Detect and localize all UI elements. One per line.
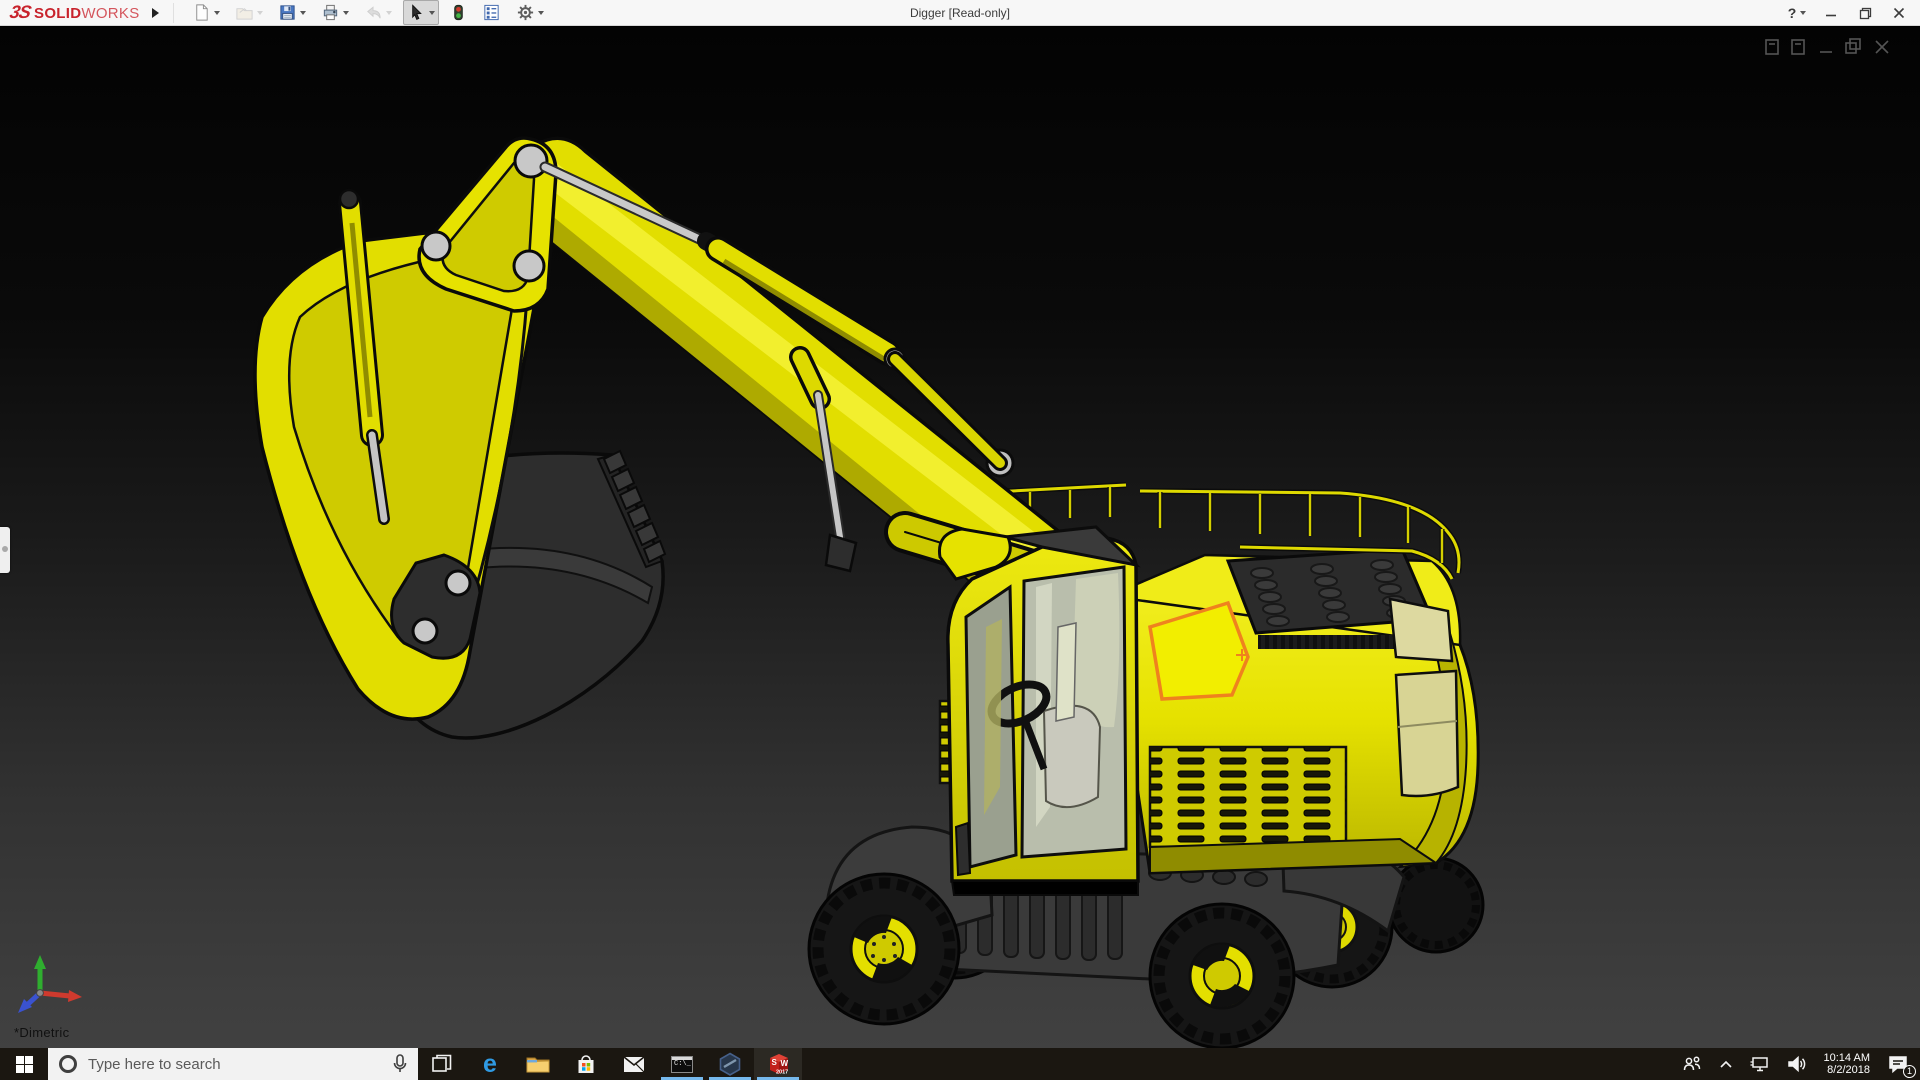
taskbar-search[interactable] bbox=[48, 1048, 418, 1080]
solidworks-window: 3S SOLID WORKS Digger [Read-only] ? *Dim… bbox=[0, 0, 1920, 1080]
traffic-light-rebuild-icon bbox=[453, 4, 463, 21]
search-input[interactable] bbox=[88, 1055, 382, 1073]
select-cursor-icon bbox=[411, 4, 422, 20]
document-restore-icon bbox=[1765, 39, 1779, 55]
clock[interactable]: 10:14 AM 8/2/2018 bbox=[1816, 1052, 1878, 1076]
people-icon bbox=[1683, 1056, 1700, 1071]
solidworks-logo[interactable]: 3S SOLID WORKS bbox=[0, 2, 140, 23]
graphics-viewport[interactable]: *Dimetric bbox=[0, 27, 1920, 1048]
speaker-icon bbox=[1787, 1055, 1805, 1073]
taskbar-app-mail[interactable] bbox=[610, 1048, 658, 1080]
restore-icon bbox=[1859, 7, 1871, 19]
action-center-button[interactable]: 1 bbox=[1880, 1048, 1916, 1080]
windows-taskbar: e bbox=[0, 1048, 1920, 1080]
edge-icon: e bbox=[483, 1049, 497, 1078]
title-bar: 3S SOLID WORKS Digger [Read-only] ? bbox=[0, 0, 1920, 26]
document-window-controls[interactable] bbox=[1762, 35, 1912, 59]
print-icon bbox=[323, 4, 337, 21]
menu-flyout-arrow-icon[interactable] bbox=[151, 7, 159, 18]
dropdown-caret-icon bbox=[256, 10, 263, 15]
save-icon bbox=[279, 5, 295, 20]
close-icon bbox=[1893, 7, 1905, 19]
dropdown-caret-icon[interactable] bbox=[342, 10, 349, 15]
triad-origin bbox=[36, 989, 44, 997]
display-settings-icon bbox=[483, 4, 499, 21]
notification-badge: 1 bbox=[1903, 1065, 1916, 1078]
y-axis-arrow bbox=[34, 955, 46, 969]
print-button[interactable] bbox=[317, 0, 353, 25]
dropdown-caret-icon[interactable] bbox=[213, 10, 220, 15]
cortana-ring-icon bbox=[59, 1055, 77, 1073]
restore-document-icon bbox=[1849, 38, 1861, 50]
panel-expand-icon bbox=[2, 546, 8, 552]
dropdown-caret-icon[interactable] bbox=[428, 10, 435, 15]
svg-text:S: S bbox=[772, 1058, 778, 1067]
minimize-icon bbox=[1826, 14, 1836, 17]
minimize-button[interactable] bbox=[1816, 1, 1846, 25]
taskbar-app-solidworks[interactable]: S W 2017 bbox=[754, 1048, 802, 1080]
hexagon-app-icon bbox=[719, 1052, 741, 1076]
people-button[interactable] bbox=[1674, 1048, 1710, 1080]
network-button[interactable] bbox=[1742, 1048, 1778, 1080]
dropdown-caret-icon[interactable] bbox=[299, 10, 306, 15]
x-axis-arrow bbox=[68, 990, 82, 1002]
taskbar-app-command-prompt[interactable]: C:\_ bbox=[658, 1048, 706, 1080]
close-document-icon bbox=[1875, 40, 1889, 54]
housing-windows[interactable] bbox=[1388, 597, 1460, 798]
taskbar-app-file-explorer[interactable] bbox=[514, 1048, 562, 1080]
svg-text:2017: 2017 bbox=[776, 1070, 788, 1076]
cab[interactable] bbox=[937, 525, 1141, 896]
restore-button[interactable] bbox=[1850, 1, 1880, 25]
undo-icon bbox=[366, 6, 381, 19]
digger-3d-model[interactable] bbox=[0, 27, 1920, 1048]
taskbar-app-edge[interactable]: e bbox=[466, 1048, 514, 1080]
new-document-button[interactable] bbox=[188, 0, 224, 25]
close-button[interactable] bbox=[1884, 1, 1914, 25]
network-icon bbox=[1750, 1057, 1768, 1072]
dropdown-caret-icon[interactable] bbox=[537, 10, 544, 15]
view-orientation-label: *Dimetric bbox=[14, 1025, 70, 1040]
dropdown-caret-icon bbox=[385, 10, 392, 15]
display-settings-button[interactable] bbox=[478, 0, 505, 25]
tray-date: 8/2/2018 bbox=[1827, 1064, 1870, 1076]
solidworks-2017-icon: S W 2017 bbox=[770, 1054, 789, 1076]
gear-icon bbox=[517, 4, 533, 21]
document-new-window-icon bbox=[1791, 39, 1805, 55]
windows-logo-icon bbox=[15, 1055, 33, 1073]
help-button[interactable]: ? bbox=[1782, 1, 1812, 25]
mail-icon bbox=[623, 1055, 645, 1072]
options-button[interactable] bbox=[512, 0, 548, 25]
new-document-icon bbox=[195, 4, 208, 21]
hidden-icons-button[interactable] bbox=[1712, 1048, 1740, 1080]
3ds-mark: 3S bbox=[7, 2, 33, 22]
boom-head-linkage[interactable] bbox=[417, 136, 558, 313]
feature-panel-collapsed-tab[interactable] bbox=[0, 527, 10, 573]
save-button[interactable] bbox=[274, 0, 310, 25]
svg-text:W: W bbox=[781, 1059, 789, 1068]
chevron-up-icon bbox=[1719, 1060, 1732, 1068]
file-explorer-icon bbox=[526, 1057, 550, 1073]
taskbar-app-store[interactable] bbox=[562, 1048, 610, 1080]
taskbar-app-hexagon[interactable] bbox=[706, 1048, 754, 1080]
select-tool-button[interactable] bbox=[402, 0, 439, 25]
store-icon bbox=[578, 1054, 594, 1073]
command-prompt-icon: C:\_ bbox=[671, 1055, 693, 1073]
task-view-icon bbox=[432, 1054, 452, 1072]
help-caret-icon bbox=[1800, 11, 1807, 15]
tray-time: 10:14 AM bbox=[1823, 1052, 1870, 1064]
volume-button[interactable] bbox=[1780, 1048, 1814, 1080]
start-button[interactable] bbox=[0, 1048, 48, 1080]
open-button[interactable] bbox=[231, 0, 267, 25]
undo-button[interactable] bbox=[360, 0, 396, 25]
rebuild-button[interactable] bbox=[446, 0, 471, 25]
open-folder-icon bbox=[235, 8, 253, 20]
microphone-icon[interactable] bbox=[392, 1054, 408, 1074]
toolbar-separator bbox=[172, 2, 174, 23]
task-view-button[interactable] bbox=[418, 1048, 466, 1080]
